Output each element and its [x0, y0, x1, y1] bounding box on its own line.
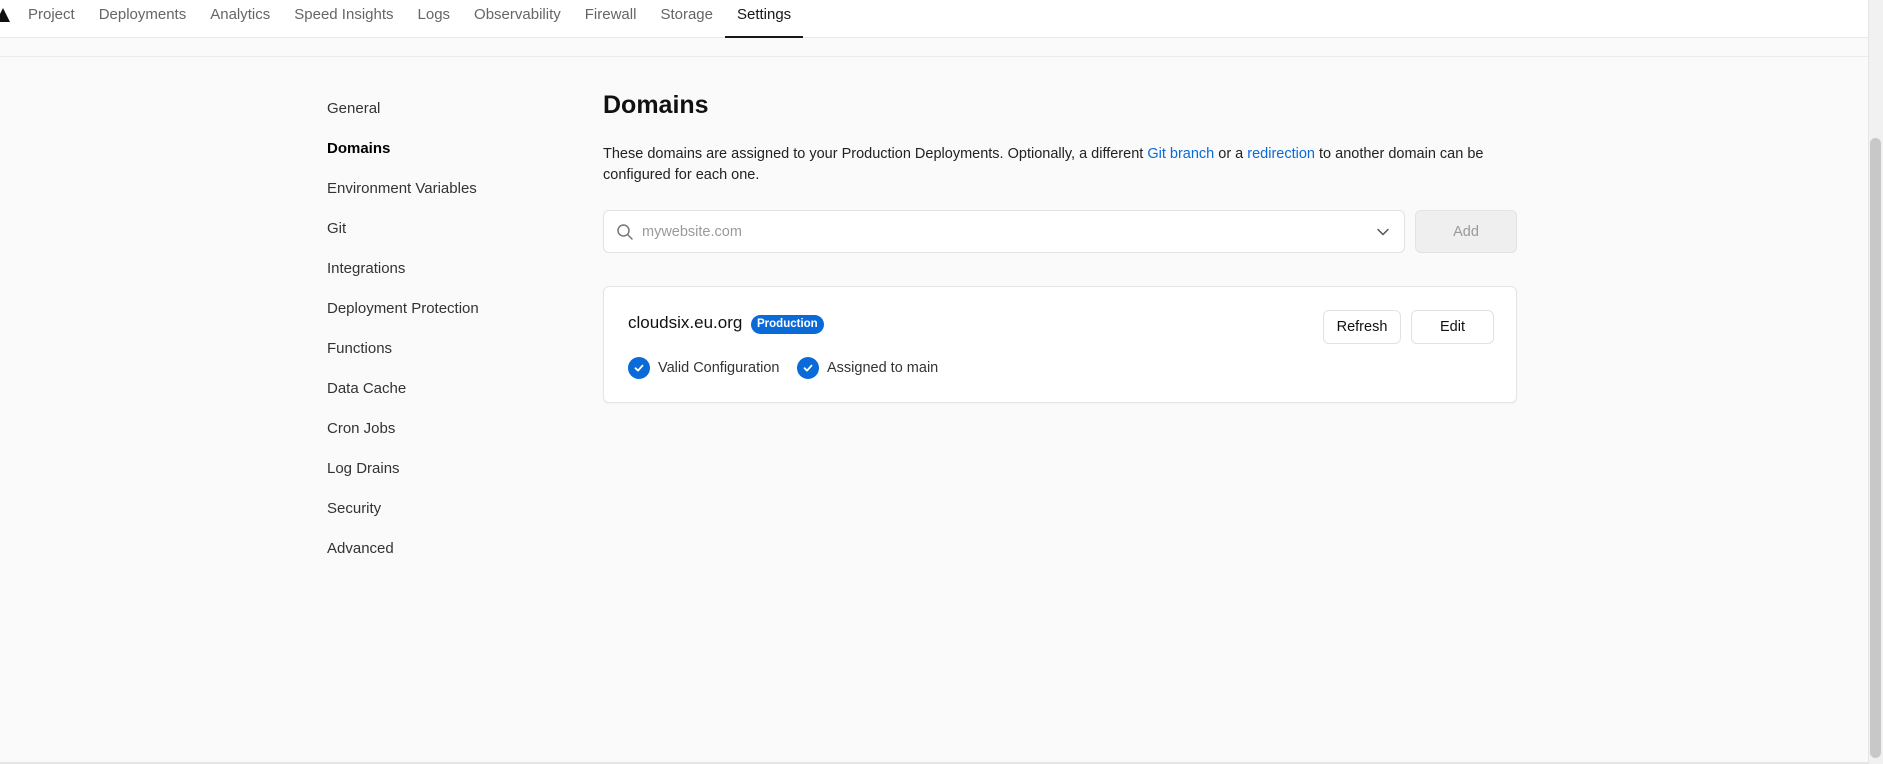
domains-section: Domains These domains are assigned to yo… [603, 88, 1517, 403]
domain-card: cloudsix.eu.org Production Valid Configu… [603, 286, 1517, 403]
status-label: Assigned to main [827, 360, 939, 376]
tab-firewall[interactable]: Firewall [573, 0, 649, 38]
tab-logs[interactable]: Logs [406, 0, 463, 38]
status-valid-configuration: Valid Configuration [628, 357, 779, 379]
sidebar-item-security[interactable]: Security [327, 495, 567, 535]
nav-tabs: Project Deployments Analytics Speed Insi… [16, 0, 804, 38]
tab-analytics[interactable]: Analytics [198, 0, 282, 38]
sidebar-item-log-drains[interactable]: Log Drains [327, 455, 567, 495]
check-circle-icon [797, 357, 819, 379]
desc-text-1: These domains are assigned to your Produ… [603, 146, 1148, 162]
git-branch-link[interactable]: Git branch [1147, 146, 1214, 162]
tab-deployments[interactable]: Deployments [87, 0, 199, 38]
settings-sidebar: General Domains Environment Variables Gi… [327, 95, 567, 575]
sidebar-item-integrations[interactable]: Integrations [327, 255, 567, 295]
vercel-logo-icon[interactable] [0, 8, 10, 22]
domain-name[interactable]: cloudsix.eu.org [628, 313, 742, 333]
top-nav: Project Deployments Analytics Speed Insi… [0, 0, 1868, 38]
sidebar-item-deployment-protection[interactable]: Deployment Protection [327, 295, 567, 335]
check-circle-icon [628, 357, 650, 379]
sidebar-item-cron-jobs[interactable]: Cron Jobs [327, 415, 567, 455]
status-assigned: Assigned to main [797, 357, 938, 379]
sidebar-item-general[interactable]: General [327, 95, 567, 135]
production-badge: Production [751, 315, 824, 334]
domain-input[interactable] [642, 211, 1342, 252]
domain-search [603, 210, 1405, 253]
desc-text-2: or a [1214, 146, 1248, 162]
refresh-button[interactable]: Refresh [1323, 310, 1401, 344]
sidebar-item-environment-variables[interactable]: Environment Variables [327, 175, 567, 215]
sidebar-item-domains[interactable]: Domains [327, 135, 567, 175]
tab-observability[interactable]: Observability [462, 0, 573, 38]
page-title: Domains [603, 91, 709, 119]
sidebar-item-git[interactable]: Git [327, 215, 567, 255]
sidebar-item-advanced[interactable]: Advanced [327, 535, 567, 575]
sidebar-item-functions[interactable]: Functions [327, 335, 567, 375]
scrollbar[interactable] [1868, 0, 1883, 764]
search-icon [617, 224, 633, 240]
scrollbar-thumb[interactable] [1870, 138, 1881, 758]
add-button[interactable]: Add [1415, 210, 1517, 253]
tab-project[interactable]: Project [16, 0, 87, 38]
status-label: Valid Configuration [658, 360, 780, 376]
tab-storage[interactable]: Storage [648, 0, 725, 38]
sidebar-item-data-cache[interactable]: Data Cache [327, 375, 567, 415]
add-domain-row: Add [603, 210, 1517, 253]
domains-description: These domains are assigned to your Produ… [603, 144, 1513, 186]
tab-speed-insights[interactable]: Speed Insights [282, 0, 405, 38]
edit-button[interactable]: Edit [1411, 310, 1494, 344]
page: Project Deployments Analytics Speed Insi… [0, 0, 1883, 764]
tab-settings[interactable]: Settings [724, 0, 804, 38]
redirection-link[interactable]: redirection [1247, 146, 1315, 162]
divider [0, 56, 1868, 57]
chevron-down-icon[interactable] [1376, 225, 1390, 239]
